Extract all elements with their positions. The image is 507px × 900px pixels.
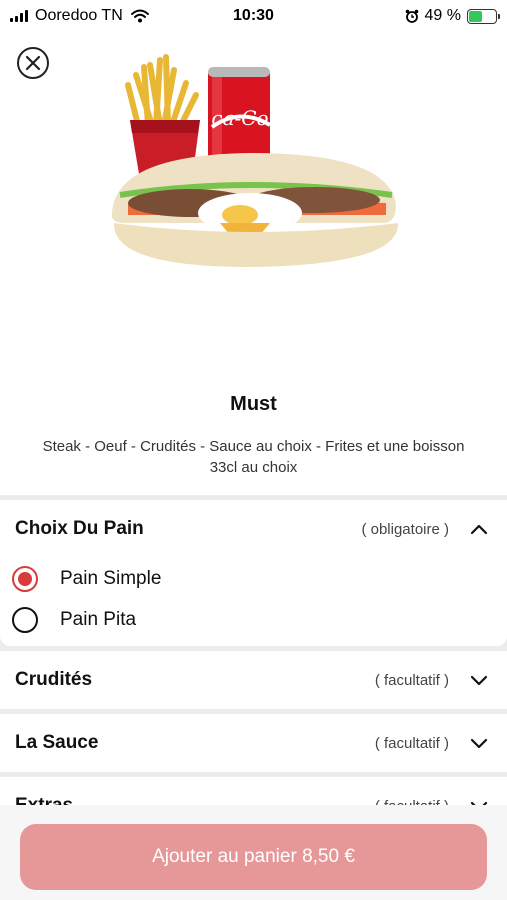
chevron-down-icon[interactable]: [469, 673, 489, 687]
battery-level: [469, 10, 482, 22]
radio-selected-icon[interactable]: [12, 565, 38, 592]
section-title: Choix Du Pain: [15, 518, 144, 539]
close-button[interactable]: [17, 47, 49, 79]
product-description: Steak - Oeuf - Crudités - Sauce au choix…: [42, 438, 465, 476]
sandwich-illustration: [111, 153, 399, 267]
alarm-icon: [405, 9, 418, 23]
status-bar: Ooredoo TN 10:30 49 %: [0, 0, 507, 32]
section-header-choix-du-pain[interactable]: Choix Du Pain ( obligatoire ): [0, 500, 507, 558]
option-pain-simple[interactable]: Pain Simple: [0, 558, 507, 599]
section-requirement-tag: ( facultatif ): [374, 734, 449, 752]
product-title: Must: [230, 393, 277, 415]
section-header-crudites[interactable]: Crudités ( facultatif ): [0, 651, 507, 709]
bottom-bar: Ajouter au panier 8,50 €: [0, 805, 507, 900]
wifi-icon: [130, 9, 149, 23]
section-header-la-sauce[interactable]: La Sauce ( facultatif ): [0, 714, 507, 772]
chevron-up-icon[interactable]: [469, 522, 489, 536]
option-label: Pain Pita: [60, 608, 137, 630]
svg-text:ca-Co: ca-Co: [211, 106, 268, 130]
section-crudites: Crudités ( facultatif ): [0, 651, 507, 709]
status-right: 49 %: [254, 7, 500, 25]
product-image: ca-Co: [111, 54, 399, 267]
section-choix-du-pain: Choix Du Pain ( obligatoire ) Pain Simpl…: [0, 500, 507, 646]
section-requirement-tag: ( obligatoire ): [361, 520, 449, 538]
add-to-cart-button[interactable]: Ajouter au panier 8,50 €: [20, 824, 487, 890]
close-icon: [25, 55, 41, 71]
battery-percent: 49 %: [424, 7, 461, 24]
section-la-sauce: La Sauce ( facultatif ): [0, 714, 507, 772]
option-label: Pain Simple: [60, 567, 162, 589]
signal-icon: [10, 10, 28, 22]
option-pain-pita[interactable]: Pain Pita: [0, 599, 507, 640]
section-title: Crudités: [15, 669, 93, 690]
chevron-down-icon[interactable]: [469, 736, 489, 750]
radio-empty-icon[interactable]: [12, 606, 38, 633]
section-title: La Sauce: [15, 732, 99, 753]
battery-icon: [467, 8, 500, 24]
section-requirement-tag: ( facultatif ): [374, 671, 449, 689]
status-left: Ooredoo TN: [10, 7, 254, 25]
carrier-name: Ooredoo TN: [35, 7, 123, 24]
options-list: Choix Du Pain ( obligatoire ) Pain Simpl…: [0, 495, 507, 810]
